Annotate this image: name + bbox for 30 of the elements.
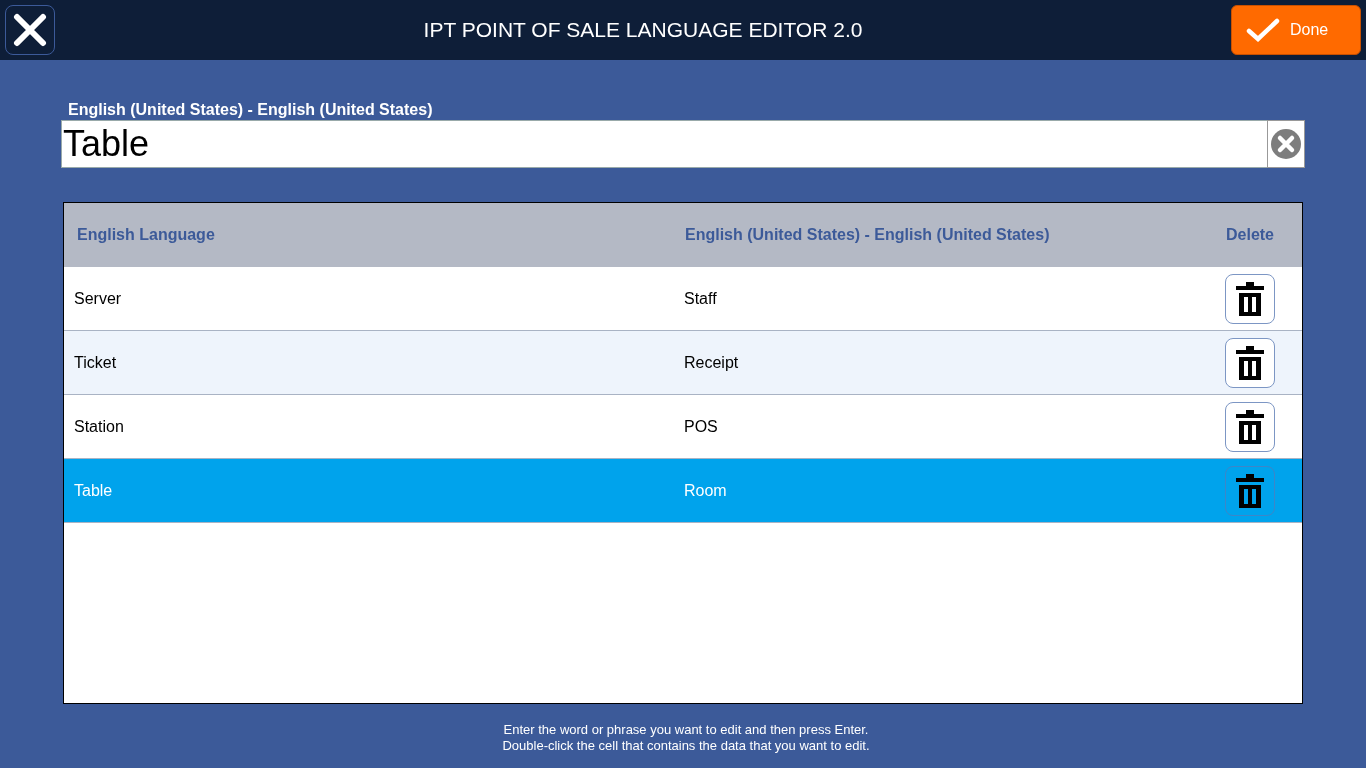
column-header: English (United States) - English (United States) <box>684 226 1051 244</box>
table-cell: Staff <box>684 289 717 307</box>
table-cell: Ticket <box>74 353 117 371</box>
clear-button[interactable] <box>1267 120 1305 168</box>
delete-button[interactable] <box>1225 401 1275 452</box>
table-cell: Table <box>74 481 113 499</box>
table-cell: POS <box>684 417 718 435</box>
table-row[interactable]: Ticket Receipt <box>64 331 1302 395</box>
search-field[interactable]: Table <box>61 120 1267 168</box>
instruction-text: Enter the word or phrase you want to edit and then press Enter. <box>502 722 870 738</box>
column-header: English Language <box>76 226 216 244</box>
trash-icon <box>1236 281 1264 316</box>
trash-icon <box>1236 473 1264 508</box>
clear-icon <box>1270 128 1302 160</box>
table-cell: Server <box>74 289 122 307</box>
checkmark-icon <box>1246 18 1280 42</box>
close-button[interactable] <box>5 5 55 55</box>
column-header: Delete <box>1225 226 1275 244</box>
delete-button[interactable] <box>1225 337 1275 388</box>
window-title: IPT POINT OF SALE LANGUAGE EDITOR 2.0 <box>422 18 864 42</box>
delete-button[interactable] <box>1225 465 1275 516</box>
table-cell: Station <box>74 417 124 435</box>
instruction-text: Double-click the cell that contains the data that you want to edit. <box>501 738 871 754</box>
delete-button[interactable] <box>1225 273 1275 324</box>
table-cell: Room <box>684 481 727 499</box>
trash-icon <box>1236 345 1264 380</box>
field-label: English (United States) - English (United States) <box>67 100 434 120</box>
table-cell: Receipt <box>684 353 739 371</box>
close-icon <box>13 13 47 47</box>
trash-icon <box>1236 409 1264 444</box>
